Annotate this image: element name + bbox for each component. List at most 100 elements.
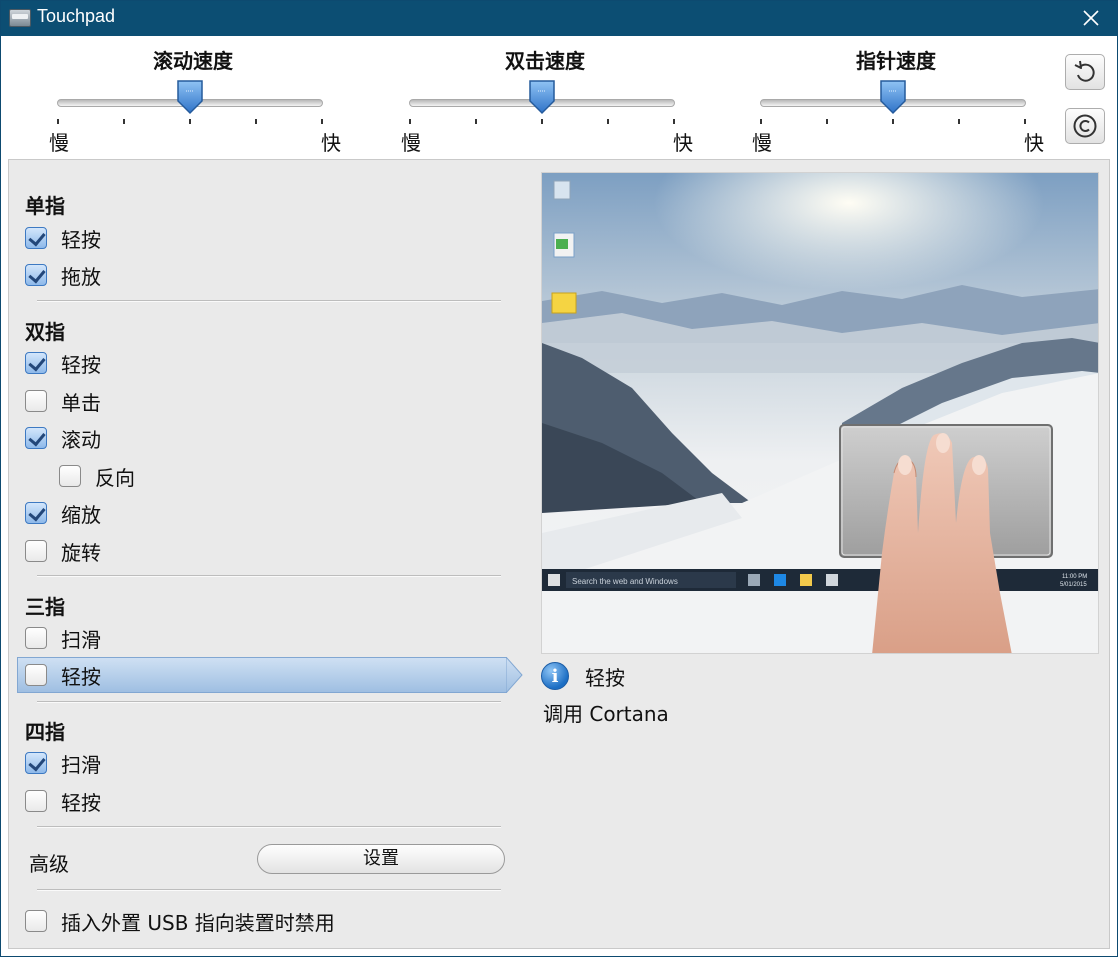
checkbox-label: 轻按 bbox=[61, 227, 101, 252]
pointer-speed-slider: 指针速度 慢 快 bbox=[746, 37, 1046, 157]
double-click-speed-thumb[interactable] bbox=[528, 79, 556, 115]
fast-label: 快 bbox=[321, 131, 341, 155]
gesture-preview: Search the web and Windows 11:00 PM 5/01… bbox=[541, 172, 1099, 654]
close-button[interactable] bbox=[1071, 3, 1111, 33]
two-finger-zoom[interactable]: 缩放 bbox=[25, 497, 101, 529]
checkbox-label: 轻按 bbox=[61, 790, 101, 815]
gesture-panel: 单指 轻按 拖放 双指 轻按 单击 滚动 反向 缩放 旋转 三指 扫滑 轻按 四… bbox=[8, 159, 1110, 949]
divider bbox=[37, 575, 501, 576]
tick bbox=[123, 119, 125, 124]
tick bbox=[321, 119, 323, 124]
window-title: Touchpad bbox=[37, 6, 116, 26]
scroll-speed-title: 滚动速度 bbox=[153, 49, 233, 73]
checkbox[interactable] bbox=[25, 540, 47, 562]
fast-label: 快 bbox=[673, 131, 693, 155]
four-finger-tap[interactable]: 轻按 bbox=[25, 785, 101, 817]
checkbox-label: 插入外置 USB 指向装置时禁用 bbox=[61, 910, 335, 935]
tick bbox=[541, 119, 543, 124]
four-finger-title: 四指 bbox=[25, 720, 65, 744]
two-finger-scroll[interactable]: 滚动 bbox=[25, 422, 101, 454]
checkbox-label: 扫滑 bbox=[61, 627, 101, 652]
checkbox[interactable] bbox=[25, 227, 47, 249]
two-finger-title: 双指 bbox=[25, 320, 65, 344]
double-click-speed-title: 双击速度 bbox=[505, 49, 585, 73]
checkbox-label: 缩放 bbox=[61, 502, 101, 527]
divider bbox=[37, 889, 501, 890]
checkbox[interactable] bbox=[25, 627, 47, 649]
checkbox[interactable] bbox=[25, 390, 47, 412]
one-finger-tap[interactable]: 轻按 bbox=[25, 222, 101, 254]
fast-label: 快 bbox=[1024, 131, 1044, 155]
advanced-label: 高级 bbox=[29, 852, 69, 876]
checkbox[interactable] bbox=[59, 465, 81, 487]
checkbox-label: 轻按 bbox=[61, 352, 101, 377]
checkbox[interactable] bbox=[25, 664, 47, 686]
pointer-speed-thumb[interactable] bbox=[879, 79, 907, 115]
speed-sliders: 滚动速度 慢 快 双击速度 慢 快 指针速度 慢 快 bbox=[1, 37, 1117, 159]
two-finger-scroll-reverse[interactable]: 反向 bbox=[59, 460, 135, 492]
reset-button[interactable] bbox=[1065, 54, 1105, 90]
checkbox[interactable] bbox=[25, 790, 47, 812]
info-description: 调用 Cortana bbox=[543, 702, 669, 726]
about-button[interactable] bbox=[1065, 108, 1105, 144]
double-click-speed-slider: 双击速度 慢 快 bbox=[395, 37, 695, 157]
tick bbox=[892, 119, 894, 124]
tick bbox=[607, 119, 609, 124]
copyright-icon bbox=[1073, 114, 1097, 138]
scroll-speed-slider: 滚动速度 慢 快 bbox=[43, 37, 343, 157]
one-finger-title: 单指 bbox=[25, 194, 65, 218]
checkbox-label: 反向 bbox=[95, 465, 135, 490]
slow-label: 慢 bbox=[49, 131, 69, 155]
settings-button[interactable]: 设置 bbox=[257, 844, 505, 874]
two-finger-tap[interactable]: 轻按 bbox=[25, 347, 101, 379]
divider bbox=[37, 300, 501, 301]
tick bbox=[57, 119, 59, 124]
slow-label: 慢 bbox=[401, 131, 421, 155]
tick bbox=[760, 119, 762, 124]
checkbox-label: 轻按 bbox=[61, 664, 101, 689]
one-finger-drag[interactable]: 拖放 bbox=[25, 259, 101, 291]
tick bbox=[1024, 119, 1026, 124]
two-finger-rotate[interactable]: 旋转 bbox=[25, 535, 101, 567]
svg-text:Search the web and Windows: Search the web and Windows bbox=[572, 577, 678, 586]
usb-disable-option[interactable]: 插入外置 USB 指向装置时禁用 bbox=[25, 905, 335, 937]
preview-illustration: Search the web and Windows 11:00 PM 5/01… bbox=[542, 173, 1098, 653]
title-bar: Touchpad bbox=[1, 1, 1117, 36]
close-icon bbox=[1083, 10, 1099, 26]
pointer-speed-title: 指针速度 bbox=[856, 49, 936, 73]
three-finger-swipe[interactable]: 扫滑 bbox=[25, 622, 101, 654]
divider bbox=[37, 701, 501, 702]
tick bbox=[189, 119, 191, 124]
tick bbox=[255, 119, 257, 124]
three-finger-title: 三指 bbox=[25, 595, 65, 619]
info-icon: i bbox=[541, 662, 569, 690]
checkbox-label: 拖放 bbox=[61, 264, 101, 289]
tick bbox=[673, 119, 675, 124]
scroll-speed-thumb[interactable] bbox=[176, 79, 204, 115]
checkbox-label: 单击 bbox=[61, 390, 101, 415]
checkbox[interactable] bbox=[25, 264, 47, 286]
touchpad-window: Touchpad 滚动速度 慢 快 双击速度 慢 快 指针速度 慢 快 单指 轻… bbox=[0, 0, 1118, 957]
checkbox[interactable] bbox=[25, 752, 47, 774]
checkbox[interactable] bbox=[25, 910, 47, 932]
checkbox-label: 扫滑 bbox=[61, 752, 101, 777]
info-title: 轻按 bbox=[585, 665, 625, 690]
tick bbox=[826, 119, 828, 124]
two-finger-click[interactable]: 单击 bbox=[25, 385, 101, 417]
checkbox-label: 滚动 bbox=[61, 427, 101, 452]
svg-text:11:00 PM: 11:00 PM bbox=[1062, 574, 1087, 580]
three-finger-tap[interactable]: 轻按 bbox=[25, 659, 101, 691]
checkbox[interactable] bbox=[25, 352, 47, 374]
checkbox[interactable] bbox=[25, 427, 47, 449]
divider bbox=[37, 826, 501, 827]
tick bbox=[958, 119, 960, 124]
four-finger-swipe[interactable]: 扫滑 bbox=[25, 747, 101, 779]
checkbox[interactable] bbox=[25, 502, 47, 524]
slow-label: 慢 bbox=[752, 131, 772, 155]
reset-icon bbox=[1074, 60, 1095, 82]
tick bbox=[409, 119, 411, 124]
checkbox-label: 旋转 bbox=[61, 540, 101, 565]
selection-arrow bbox=[506, 657, 523, 693]
svg-text:5/01/2015: 5/01/2015 bbox=[1060, 582, 1087, 588]
tick bbox=[475, 119, 477, 124]
